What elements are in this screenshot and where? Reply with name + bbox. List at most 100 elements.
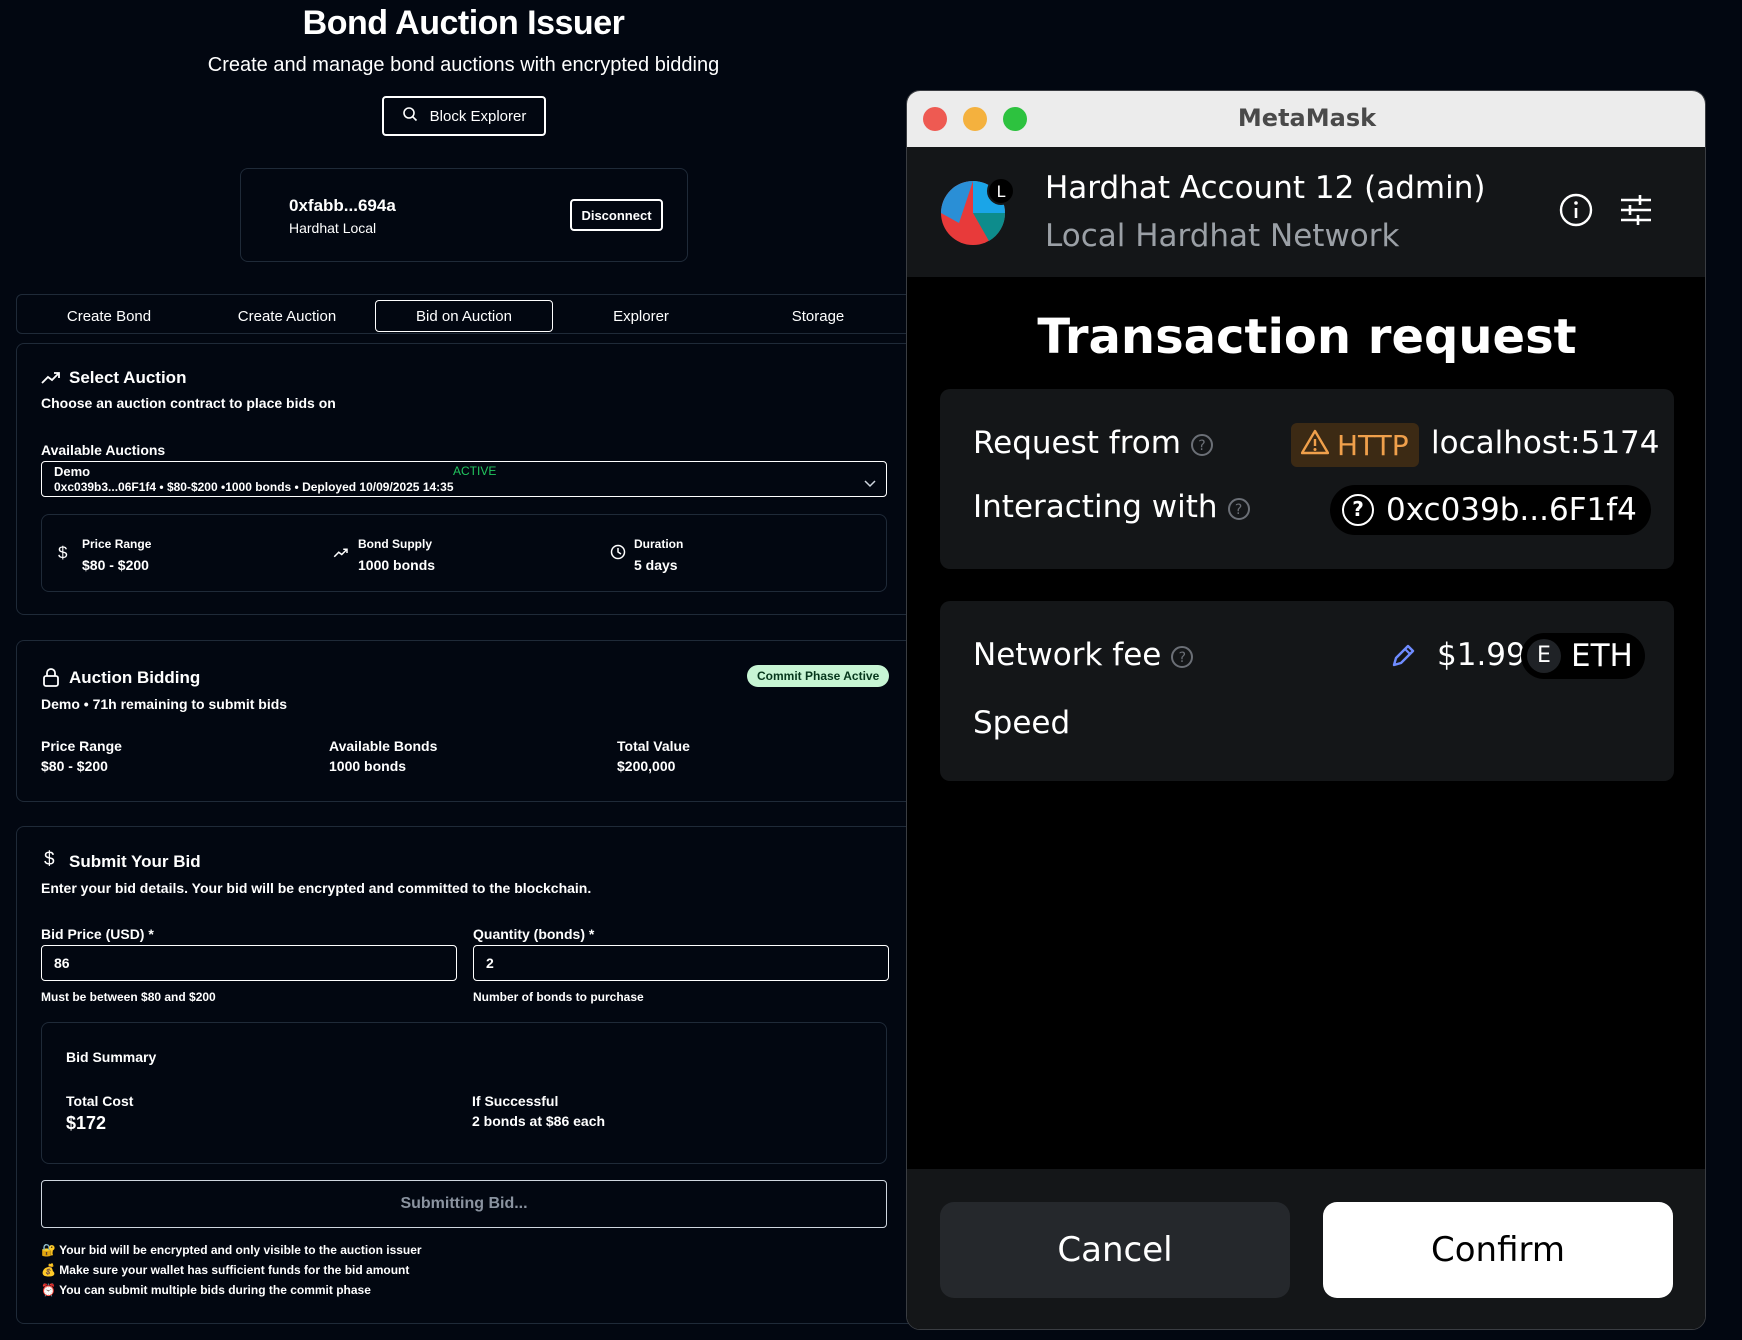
note-item: 💰 Make sure your wallet has sufficient f… [41,1263,410,1277]
contract-address: 0xc039b...6F1f4 [1386,492,1637,528]
note-item: 🔐 Your bid will be encrypted and only vi… [41,1243,422,1257]
unknown-contract-icon: ? [1342,494,1374,526]
speed-label: Speed [973,705,1071,741]
confirm-button[interactable]: Confirm [1323,1202,1673,1298]
submit-bid-button[interactable]: Submitting Bid... [41,1180,887,1228]
info-icon[interactable] [1559,193,1593,231]
metamask-window-title: MetaMask [1237,104,1377,132]
bid-price-input[interactable]: 86 [41,945,457,981]
stat-value: 5 days [634,557,678,573]
tab-storage[interactable]: Storage [730,300,906,332]
submit-bid-title: Submit Your Bid [69,852,201,871]
network-fee-label: Network fee [973,637,1162,673]
interacting-with-row: Interacting with? [973,489,1250,525]
help-icon[interactable]: ? [1171,645,1194,668]
stat-value: $80 - $200 [82,557,149,573]
metamask-footer: Cancel Confirm [907,1169,1705,1329]
tab-explorer[interactable]: Explorer [553,300,729,332]
bid-price-label: Bid Price (USD) * [41,926,154,942]
http-label: HTTP [1337,428,1409,462]
account-badge: L [987,177,1015,205]
token-symbol: ETH [1571,638,1633,674]
quantity-label: Quantity (bonds) * [473,926,595,942]
contract-address-pill[interactable]: ? 0xc039b...6F1f4 [1330,485,1651,535]
available-auctions-label: Available Auctions [41,442,166,458]
request-panel: Request from? HTTP localhost:5174 Intera… [940,389,1674,569]
fee-panel: Network fee? $1.99 E ETH Speed [940,601,1674,781]
network-fee-value: $1.99 [1437,637,1526,673]
block-explorer-label: Block Explorer [429,107,527,125]
help-icon[interactable]: ? [1227,497,1250,520]
tab-create-bond[interactable]: Create Bond [22,300,196,332]
edit-fee-pencil-icon[interactable] [1390,643,1416,673]
chevron-down-icon [864,475,876,493]
bid-summary-title: Bid Summary [66,1049,157,1065]
http-warning-badge: HTTP [1291,423,1419,467]
trending-up-icon [333,546,349,564]
token-icon: E [1527,639,1561,673]
clock-icon [610,544,626,565]
metamask-window: MetaMask L Hardhat Account 12 (admin) Lo… [906,90,1706,1330]
tab-bid-on-auction[interactable]: Bid on Auction [375,300,553,332]
submit-bid-card: $ Submit Your Bid Enter your bid details… [16,826,916,1324]
network-name: Local Hardhat Network [1045,218,1400,254]
wallet-card: 0xfabb...694a Hardhat Local Disconnect [240,168,688,262]
request-from-value: localhost:5174 [1431,425,1660,461]
stat-label: Price Range [82,537,152,551]
trending-up-icon [41,370,61,391]
help-icon[interactable]: ? [1190,433,1213,456]
total-cost-value: $172 [66,1113,107,1133]
select-auction-description: Choose an auction contract to place bids… [41,395,336,411]
warning-icon [1300,429,1330,462]
search-icon [402,106,418,126]
stat-value: $80 - $200 [41,758,108,774]
if-successful-value: 2 bonds at $86 each [472,1113,606,1129]
quantity-input[interactable]: 2 [473,945,889,981]
auction-stats: $ Price Range $80 - $200 Bond Supply 100… [41,514,887,592]
stat-label: Available Bonds [329,738,438,754]
select-auction-card: Select Auction Choose an auction contrac… [16,343,916,615]
stat-label: Price Range [41,738,122,754]
request-from-row: Request from? [973,425,1213,461]
select-auction-title: Select Auction [69,368,187,387]
stat-label: Duration [634,537,684,551]
stat-label: Bond Supply [358,537,432,551]
disconnect-button[interactable]: Disconnect [570,199,663,231]
auction-bidding-subtitle: Demo • 71h remaining to submit bids [41,696,288,712]
bid-summary: Bid Summary Total Cost $172 If Successfu… [41,1022,887,1164]
status-badge: Commit Phase Active [747,665,890,687]
page-title: Bond Auction Issuer [302,4,625,42]
stat-value: 1000 bonds [358,557,436,573]
wallet-address: 0xfabb...694a [289,196,396,215]
wallet-network: Hardhat Local [289,220,377,236]
token-pill: E ETH [1521,633,1645,679]
lock-icon [42,667,60,692]
bid-price-hint: Must be between $80 and $200 [41,990,216,1004]
auction-select-name: Demo [54,464,91,479]
transaction-heading: Transaction request [1037,309,1577,365]
interacting-with-label: Interacting with [973,489,1218,525]
auction-status: ACTIVE [453,464,497,478]
submit-bid-description: Enter your bid details. Your bid will be… [41,880,592,896]
account-name[interactable]: Hardhat Account 12 (admin) [1045,170,1485,206]
auction-select[interactable]: Demo ACTIVE 0xc039b3...06F1f4 • $80-$200… [41,461,887,497]
cancel-button[interactable]: Cancel [940,1202,1290,1298]
total-cost-label: Total Cost [66,1093,134,1109]
block-explorer-button[interactable]: Block Explorer [382,96,546,136]
note-item: ⏰ You can submit multiple bids during th… [41,1283,371,1297]
stat-value: $200,000 [617,758,676,774]
quantity-hint: Number of bonds to purchase [473,990,644,1004]
auction-select-detail: 0xc039b3...06F1f4 • $80-$200 •1000 bonds… [54,480,454,494]
metamask-titlebar: MetaMask [907,91,1705,147]
request-from-label: Request from [973,425,1181,461]
tab-create-auction[interactable]: Create Auction [200,300,374,332]
stat-value: 1000 bonds [329,758,407,774]
settings-sliders-icon[interactable] [1620,195,1652,229]
account-header: L Hardhat Account 12 (admin) Local Hardh… [907,147,1705,277]
if-successful-label: If Successful [472,1093,559,1109]
dollar-icon: $ [58,543,68,562]
dollar-icon: $ [44,849,55,870]
stat-label: Total Value [617,738,690,754]
auction-bidding-title: Auction Bidding [69,668,201,687]
auction-bidding-card: Auction Bidding Commit Phase Active Demo… [16,640,916,802]
